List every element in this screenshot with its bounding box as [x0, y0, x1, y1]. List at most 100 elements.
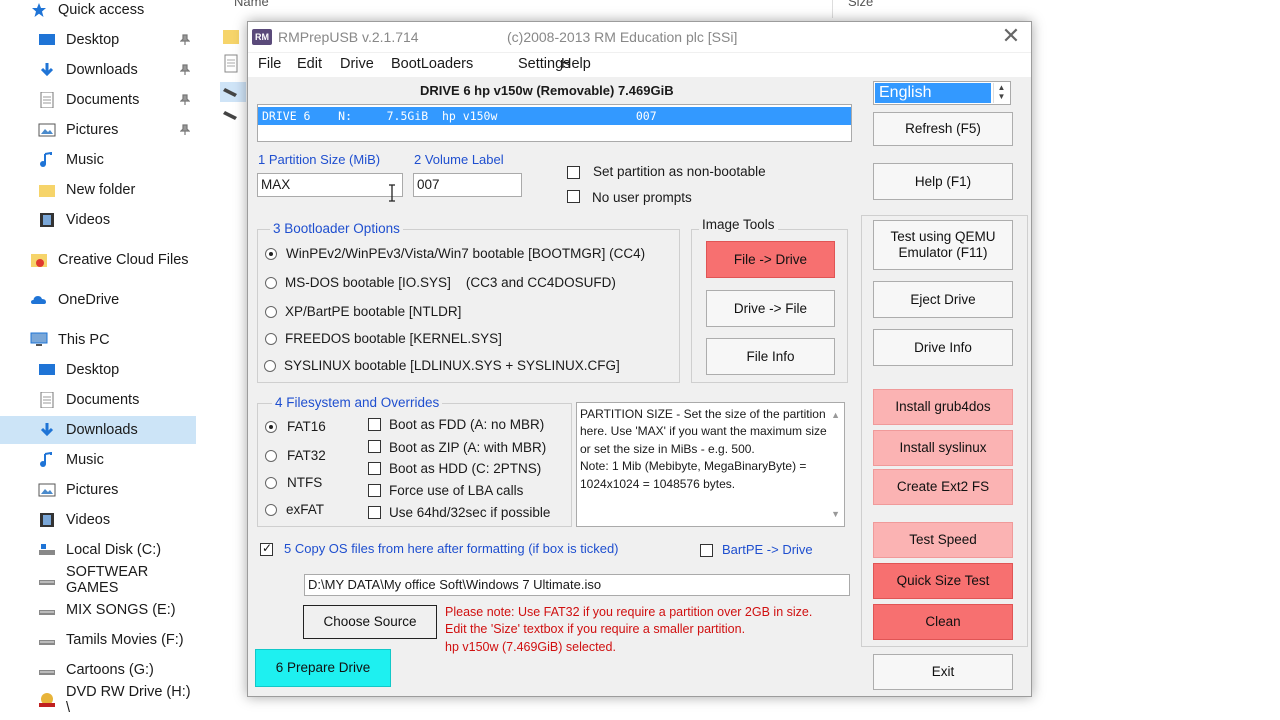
title-bar[interactable]: RM RMPrepUSB v.2.1.714 (c)2008-2013 RM E… [248, 22, 1031, 52]
bootloader-radio-freedos[interactable] [265, 333, 277, 345]
help-button[interactable]: Help (F1) [873, 163, 1013, 200]
folder-icon [38, 182, 56, 198]
bootloader-option-winpe: WinPEv2/WinPEv3/Vista/Win7 bootable [BOO… [286, 246, 646, 261]
eject-drive-button[interactable]: Eject Drive [873, 281, 1013, 318]
bartpe-checkbox[interactable] [700, 544, 713, 557]
nav-item-dvd-rw-drive-h[interactable]: DVD RW Drive (H:) \ [0, 684, 196, 716]
pin-icon[interactable] [179, 64, 191, 76]
drive-list-row[interactable]: DRIVE 6 N: 7.5GiB hp v150w 007 [258, 107, 851, 125]
video-icon [38, 512, 56, 528]
install-syslinux-button[interactable]: Install syslinux [873, 430, 1013, 466]
bootloader-radio-xp[interactable] [265, 306, 277, 318]
bootloader-radio-winpe[interactable] [265, 248, 277, 260]
menu-drive[interactable]: Drive [340, 56, 374, 72]
clean-button[interactable]: Clean [873, 604, 1013, 640]
menu-help[interactable]: Help [561, 56, 591, 72]
quick-size-test-button[interactable]: Quick Size Test [873, 563, 1013, 599]
folder-icon [223, 30, 239, 44]
override-zip-checkbox[interactable] [368, 440, 381, 453]
nav-item-creative-cloud-files[interactable]: Creative Cloud Files [0, 246, 196, 274]
nav-item-music[interactable]: Music [0, 446, 196, 474]
nav-item-softwear-games[interactable]: SOFTWEAR GAMES [0, 564, 196, 596]
create-ext2-button[interactable]: Create Ext2 FS [873, 469, 1013, 505]
nav-item-quick-access[interactable]: Quick access [0, 0, 196, 24]
nav-item-pictures[interactable]: Pictures [0, 476, 196, 504]
note-line: hp v150w (7.469GiB) selected. [445, 639, 616, 654]
text-cursor-icon [389, 184, 395, 202]
bootloader-radio-syslinux[interactable] [264, 360, 276, 372]
copy-os-label: 5 Copy OS files from here after formatti… [284, 541, 619, 556]
nav-item-label: Cartoons (G:) [66, 662, 154, 678]
source-path-input[interactable]: D:\MY DATA\My office Soft\Windows 7 Ulti… [304, 574, 850, 596]
nav-item-label: Creative Cloud Files [58, 252, 189, 268]
pictures-icon [38, 122, 56, 138]
nav-item-documents[interactable]: Documents [0, 386, 196, 414]
pin-icon[interactable] [179, 124, 191, 136]
nav-item-downloads[interactable]: Downloads [0, 416, 196, 444]
non-bootable-checkbox[interactable] [567, 166, 580, 179]
drive-to-file-button[interactable]: Drive -> File [706, 290, 835, 327]
refresh-button[interactable]: Refresh (F5) [873, 112, 1013, 146]
nav-item-videos[interactable]: Videos [0, 206, 196, 234]
spinner-icon[interactable]: ▲ ▼ [993, 83, 1009, 103]
scroll-down-icon[interactable]: ▼ [831, 506, 840, 523]
nav-item-local-disk-c[interactable]: Local Disk (C:) [0, 536, 196, 564]
close-icon[interactable]: ✕ [999, 25, 1023, 48]
fs-radio-exfat[interactable] [265, 504, 277, 516]
bootloader-option-freedos: FREEDOS bootable [KERNEL.SYS] [285, 331, 502, 346]
menu-bootloaders[interactable]: BootLoaders [391, 56, 473, 72]
override-lba-checkbox[interactable] [368, 484, 381, 497]
qemu-test-button[interactable]: Test using QEMU Emulator (F11) [873, 220, 1013, 270]
drive-info-button[interactable]: Drive Info [873, 329, 1013, 366]
no-prompts-checkbox[interactable] [567, 190, 580, 203]
bootloader-radio-msdos[interactable] [265, 277, 277, 289]
fs-radio-fat16[interactable] [265, 421, 277, 433]
scroll-up-icon[interactable]: ▲ [831, 407, 840, 424]
nav-item-music[interactable]: Music [0, 146, 196, 174]
fs-radio-fat32[interactable] [265, 450, 277, 462]
exit-button[interactable]: Exit [873, 654, 1013, 690]
creative-cloud-icon [30, 252, 48, 268]
nav-item-desktop[interactable]: Desktop [0, 26, 196, 54]
copy-os-checkbox[interactable] [260, 541, 273, 556]
nav-item-mix-songs-e[interactable]: MIX SONGS (E:) [0, 596, 196, 624]
partition-size-input[interactable]: MAX [257, 173, 403, 197]
menu-edit[interactable]: Edit [297, 56, 322, 72]
nav-item-cartoons-g[interactable]: Cartoons (G:) [0, 656, 196, 684]
onedrive-icon [30, 292, 48, 308]
column-header-name[interactable]: Name [234, 0, 269, 9]
nav-item-label: Desktop [66, 362, 120, 378]
pin-icon[interactable] [179, 34, 191, 46]
fs-option-fat32: FAT32 [287, 448, 326, 463]
pin-icon[interactable] [179, 94, 191, 106]
nav-item-tamils-movies-f[interactable]: Tamils Movies (F:) [0, 626, 196, 654]
nav-item-desktop[interactable]: Desktop [0, 356, 196, 384]
override-hdd-checkbox[interactable] [368, 462, 381, 475]
nav-item-label: New folder [66, 182, 136, 198]
column-divider [832, 0, 833, 18]
nav-item-documents[interactable]: Documents [0, 86, 196, 114]
prepare-drive-button[interactable]: 6 Prepare Drive [255, 649, 391, 687]
install-grub4dos-button[interactable]: Install grub4dos [873, 389, 1013, 425]
language-select[interactable]: English ▲ ▼ [873, 81, 1011, 105]
column-header-size[interactable]: Size [848, 0, 873, 9]
nav-item-onedrive[interactable]: OneDrive [0, 286, 196, 314]
nav-item-pictures[interactable]: Pictures [0, 116, 196, 144]
nav-item-label: Pictures [66, 482, 119, 498]
test-speed-button[interactable]: Test Speed [873, 522, 1013, 558]
rmprepusb-window: RM RMPrepUSB v.2.1.714 (c)2008-2013 RM E… [247, 21, 1032, 697]
override-64hd-checkbox[interactable] [368, 506, 381, 519]
nav-item-this-pc[interactable]: This PC [0, 326, 196, 354]
drive-list[interactable]: DRIVE 6 N: 7.5GiB hp v150w 007 [257, 104, 852, 142]
file-to-drive-button[interactable]: File -> Drive [706, 241, 835, 278]
volume-label-input[interactable]: 007 [413, 173, 522, 197]
fs-radio-ntfs[interactable] [265, 477, 277, 489]
nav-item-downloads[interactable]: Downloads [0, 56, 196, 84]
choose-source-button[interactable]: Choose Source [303, 605, 437, 639]
nav-item-new-folder[interactable]: New folder [0, 176, 196, 204]
help-text-box[interactable]: PARTITION SIZE - Set the size of the par… [576, 402, 845, 527]
menu-file[interactable]: File [258, 56, 281, 72]
override-fdd-checkbox[interactable] [368, 418, 381, 431]
nav-item-videos[interactable]: Videos [0, 506, 196, 534]
file-info-button[interactable]: File Info [706, 338, 835, 375]
